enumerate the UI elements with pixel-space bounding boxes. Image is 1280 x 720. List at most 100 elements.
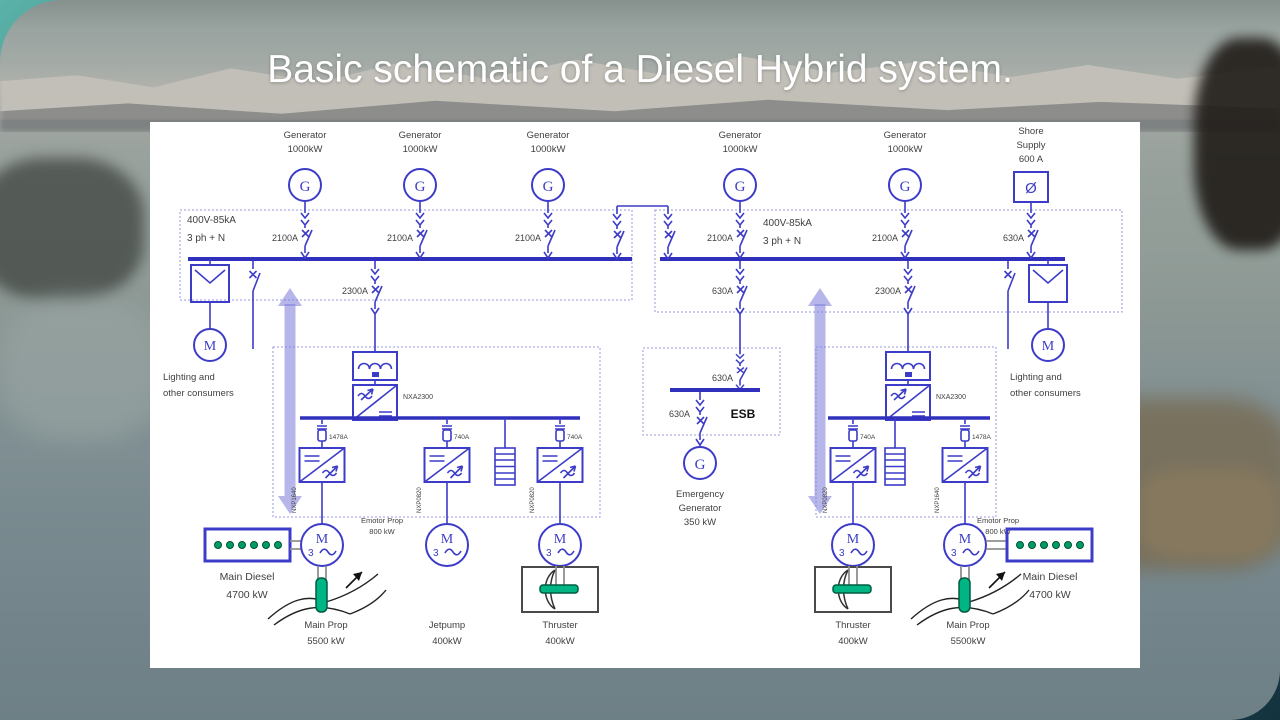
svg-text:Generator: Generator	[679, 503, 722, 514]
cpp-propeller-icon	[268, 572, 386, 625]
main-prop-motor-left: M 3 Emotor Prop 800 kW Main Prop 5500 kW	[268, 516, 403, 647]
svg-text:NXA2300: NXA2300	[936, 394, 966, 401]
fuse-icon	[848, 418, 858, 448]
svg-text:630A: 630A	[712, 286, 733, 296]
fuse-icon	[317, 418, 327, 448]
svg-text:M: M	[554, 532, 567, 547]
svg-text:M: M	[959, 532, 972, 547]
bus-right-spec-1: 400V-85kA	[763, 218, 812, 229]
svg-text:600 A: 600 A	[1019, 154, 1044, 165]
feeder-left-breaker	[371, 261, 382, 315]
svg-text:2100A: 2100A	[707, 233, 733, 243]
main-diesel-left: Main Diesel 4700 kW	[205, 529, 290, 601]
cpp-propeller-icon	[911, 572, 1029, 625]
generator-4-breaker	[736, 205, 747, 259]
svg-text:NXP0820: NXP0820	[530, 487, 536, 513]
inverter-icon	[831, 448, 876, 482]
generator-5-breaker	[901, 205, 912, 259]
generator-1: Generator 1000kW G 2100A	[272, 130, 326, 259]
fuse-icon	[555, 418, 565, 448]
svg-text:400kW: 400kW	[432, 636, 462, 647]
svg-text:1000kW: 1000kW	[531, 144, 566, 155]
svg-text:Generator: Generator	[719, 130, 762, 141]
svg-text:5500 kW: 5500 kW	[307, 636, 345, 647]
filter-icon	[886, 352, 930, 380]
bus-tie-breaker-left	[613, 206, 624, 260]
main-prop-motor-right: M 3 Emotor Prop 800 kW Main Prop 5500kW	[911, 516, 1029, 647]
svg-text:2100A: 2100A	[872, 233, 898, 243]
svg-text:Supply: Supply	[1016, 140, 1045, 151]
svg-text:M: M	[1042, 339, 1055, 354]
esb-incoming-breaker	[736, 348, 747, 390]
svg-text:Emotor Prop: Emotor Prop	[361, 516, 403, 525]
lighting-right: M Lighting and other consumers	[1010, 259, 1081, 399]
feeder-right-2300: 2300A	[875, 261, 915, 352]
generator-4: Generator 1000kW G 2100A	[707, 130, 761, 259]
fuse-icon	[442, 418, 452, 448]
transformer-icon	[1029, 265, 1067, 302]
thruster-left: M 3 Thruster 400kW	[522, 524, 598, 647]
inverter-icon	[425, 448, 470, 482]
svg-text:1478A: 1478A	[972, 434, 991, 441]
svg-text:M: M	[441, 532, 454, 547]
afe-converter-icon	[353, 385, 397, 420]
generator-3-breaker	[544, 205, 555, 259]
svg-text:4700 kW: 4700 kW	[226, 589, 268, 601]
generator-1-breaker	[301, 205, 312, 259]
svg-text:Generator: Generator	[884, 130, 927, 141]
svg-text:2300A: 2300A	[875, 286, 901, 296]
water-reflection	[0, 298, 162, 440]
svg-text:3: 3	[308, 548, 314, 559]
svg-text:2100A: 2100A	[272, 233, 298, 243]
svg-text:5500kW: 5500kW	[951, 636, 986, 647]
svg-text:Lighting and: Lighting and	[1010, 372, 1062, 383]
schematic-panel: 400V-85kA 3 ph + N 400V-85kA 3 ph + N Ge…	[150, 122, 1140, 668]
svg-text:NXP1640: NXP1640	[935, 487, 941, 513]
shore-plug-symbol: Ø	[1025, 180, 1037, 197]
svg-text:M: M	[847, 532, 860, 547]
svg-text:1000kW: 1000kW	[288, 144, 323, 155]
feeder-right-breaker	[904, 261, 915, 315]
svg-text:1000kW: 1000kW	[888, 144, 923, 155]
svg-text:2100A: 2100A	[387, 233, 413, 243]
schematic-svg: 400V-85kA 3 ph + N 400V-85kA 3 ph + N Ge…	[150, 122, 1140, 668]
esb-label: ESB	[731, 407, 756, 421]
lighting-left: M Lighting and other consumers	[163, 259, 234, 399]
svg-text:Emergency: Emergency	[676, 489, 724, 500]
svg-text:Lighting and: Lighting and	[163, 372, 215, 383]
generator-3: Generator 1000kW G 2100A	[515, 130, 569, 259]
svg-text:G: G	[900, 179, 911, 195]
esb-section: 630A 630A ESB 630A G Emergency Generator…	[669, 261, 760, 528]
transformer-icon	[191, 265, 229, 302]
jetpump-motor: M 3 Jetpump 400kW	[426, 524, 468, 647]
main-switchboard-left-box	[180, 210, 632, 300]
svg-text:Main Diesel: Main Diesel	[220, 571, 275, 583]
svg-text:other consumers: other consumers	[1010, 388, 1081, 399]
drive-left: NXA2300 1478A NXP1640 740A NXP0820 740A …	[292, 352, 583, 524]
svg-text:G: G	[543, 179, 554, 195]
afe-converter-icon	[886, 385, 930, 420]
drive-right: NXA2300 740A NXP0820 1478A NXP1640	[823, 352, 991, 524]
disconnect-right	[1005, 261, 1016, 349]
svg-text:NXP0820: NXP0820	[823, 487, 829, 513]
svg-text:Jetpump: Jetpump	[429, 620, 465, 631]
svg-text:Main Prop: Main Prop	[946, 620, 989, 631]
emergency-gen-breaker	[696, 392, 707, 446]
svg-text:630A: 630A	[712, 373, 733, 383]
svg-text:NXP0820: NXP0820	[417, 487, 423, 513]
bus-right-spec-2: 3 ph + N	[763, 236, 801, 247]
svg-text:630A: 630A	[669, 409, 690, 419]
svg-text:Shore: Shore	[1018, 126, 1043, 137]
main-diesel-right: Main Diesel 4700 kW	[1007, 529, 1092, 601]
svg-text:G: G	[300, 179, 311, 195]
svg-text:3: 3	[433, 548, 439, 559]
svg-text:M: M	[316, 532, 329, 547]
slide: { "slide": { "title": "Basic schematic o…	[0, 0, 1280, 720]
svg-text:1478A: 1478A	[329, 434, 348, 441]
grass-right-2	[1138, 468, 1280, 560]
svg-text:740A: 740A	[860, 434, 876, 441]
svg-text:4700 kW: 4700 kW	[1029, 589, 1071, 601]
brake-resistor-icon	[885, 448, 905, 485]
svg-text:Generator: Generator	[284, 130, 327, 141]
svg-text:Generator: Generator	[399, 130, 442, 141]
